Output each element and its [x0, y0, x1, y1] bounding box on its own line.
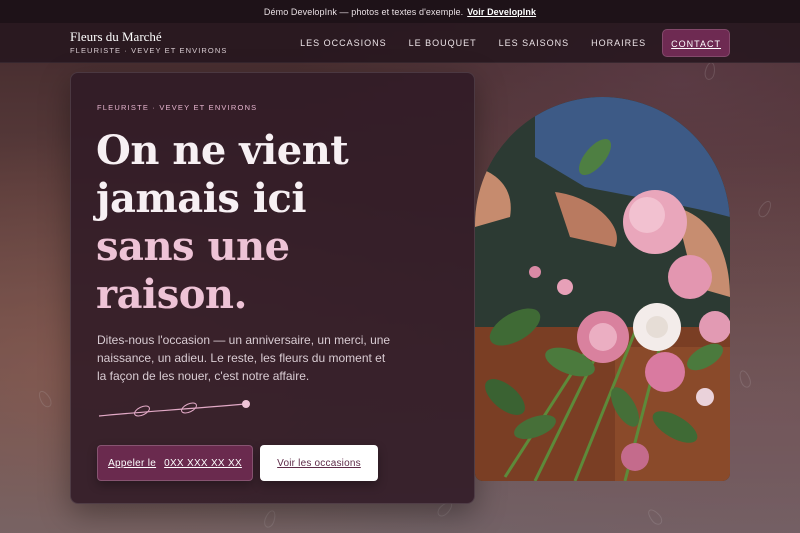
leaf-decoration — [703, 61, 717, 81]
leaf-decoration — [262, 508, 278, 530]
vine-flourish-icon — [98, 400, 250, 417]
flower-arch-photo — [475, 97, 730, 481]
main-nav: LES OCCASIONS LE BOUQUET LES SAISONS HOR… — [300, 29, 730, 57]
contact-button[interactable]: CONTACT — [662, 29, 730, 57]
hero-card: FLEURISTE · VEVEY ET ENVIRONS On ne vien… — [70, 72, 475, 504]
view-occasions-button[interactable]: Voir les occasions — [260, 445, 378, 481]
leaf-decoration — [36, 388, 54, 410]
nav-item-bouquet[interactable]: LE BOUQUET — [409, 38, 477, 48]
leaf-decoration — [645, 506, 665, 528]
brand[interactable]: Fleurs du Marché FLEURISTE · VEVEY ET EN… — [70, 29, 228, 56]
call-button[interactable]: Appeler le 0XX XXX XX XX — [97, 445, 253, 481]
brand-name: Fleurs du Marché — [70, 29, 162, 44]
headline-accent: sans une raison. — [96, 223, 290, 318]
call-button-phone: 0XX XXX XX XX — [164, 457, 242, 469]
call-button-label: Appeler le — [108, 457, 157, 469]
hero-eyebrow: FLEURISTE · VEVEY ET ENVIRONS — [97, 103, 258, 112]
demo-banner-link[interactable]: Voir DevelopInk — [467, 7, 536, 17]
flower-photo-illustration — [475, 97, 730, 481]
nav-item-occasions[interactable]: LES OCCASIONS — [300, 38, 387, 48]
demo-banner: Démo DevelopInk — photos et textes d'exe… — [0, 0, 800, 23]
leaf-decoration — [756, 198, 774, 220]
brand-tagline: FLEURISTE · VEVEY ET ENVIRONS — [70, 46, 228, 55]
hero-description: Dites-nous l'occasion — un anniversaire,… — [97, 333, 391, 383]
leaf-decoration — [737, 368, 753, 390]
hero-headline: On ne vient jamais ici sans une raison. — [96, 127, 396, 319]
site-header: Fleurs du Marché FLEURISTE · VEVEY ET EN… — [0, 23, 800, 63]
headline-text: On ne vient jamais ici — [96, 127, 349, 222]
demo-banner-text: Démo DevelopInk — photos et textes d'exe… — [263, 6, 464, 17]
nav-item-saisons[interactable]: LES SAISONS — [499, 38, 570, 48]
nav-item-horaires[interactable]: HORAIRES — [591, 38, 646, 48]
